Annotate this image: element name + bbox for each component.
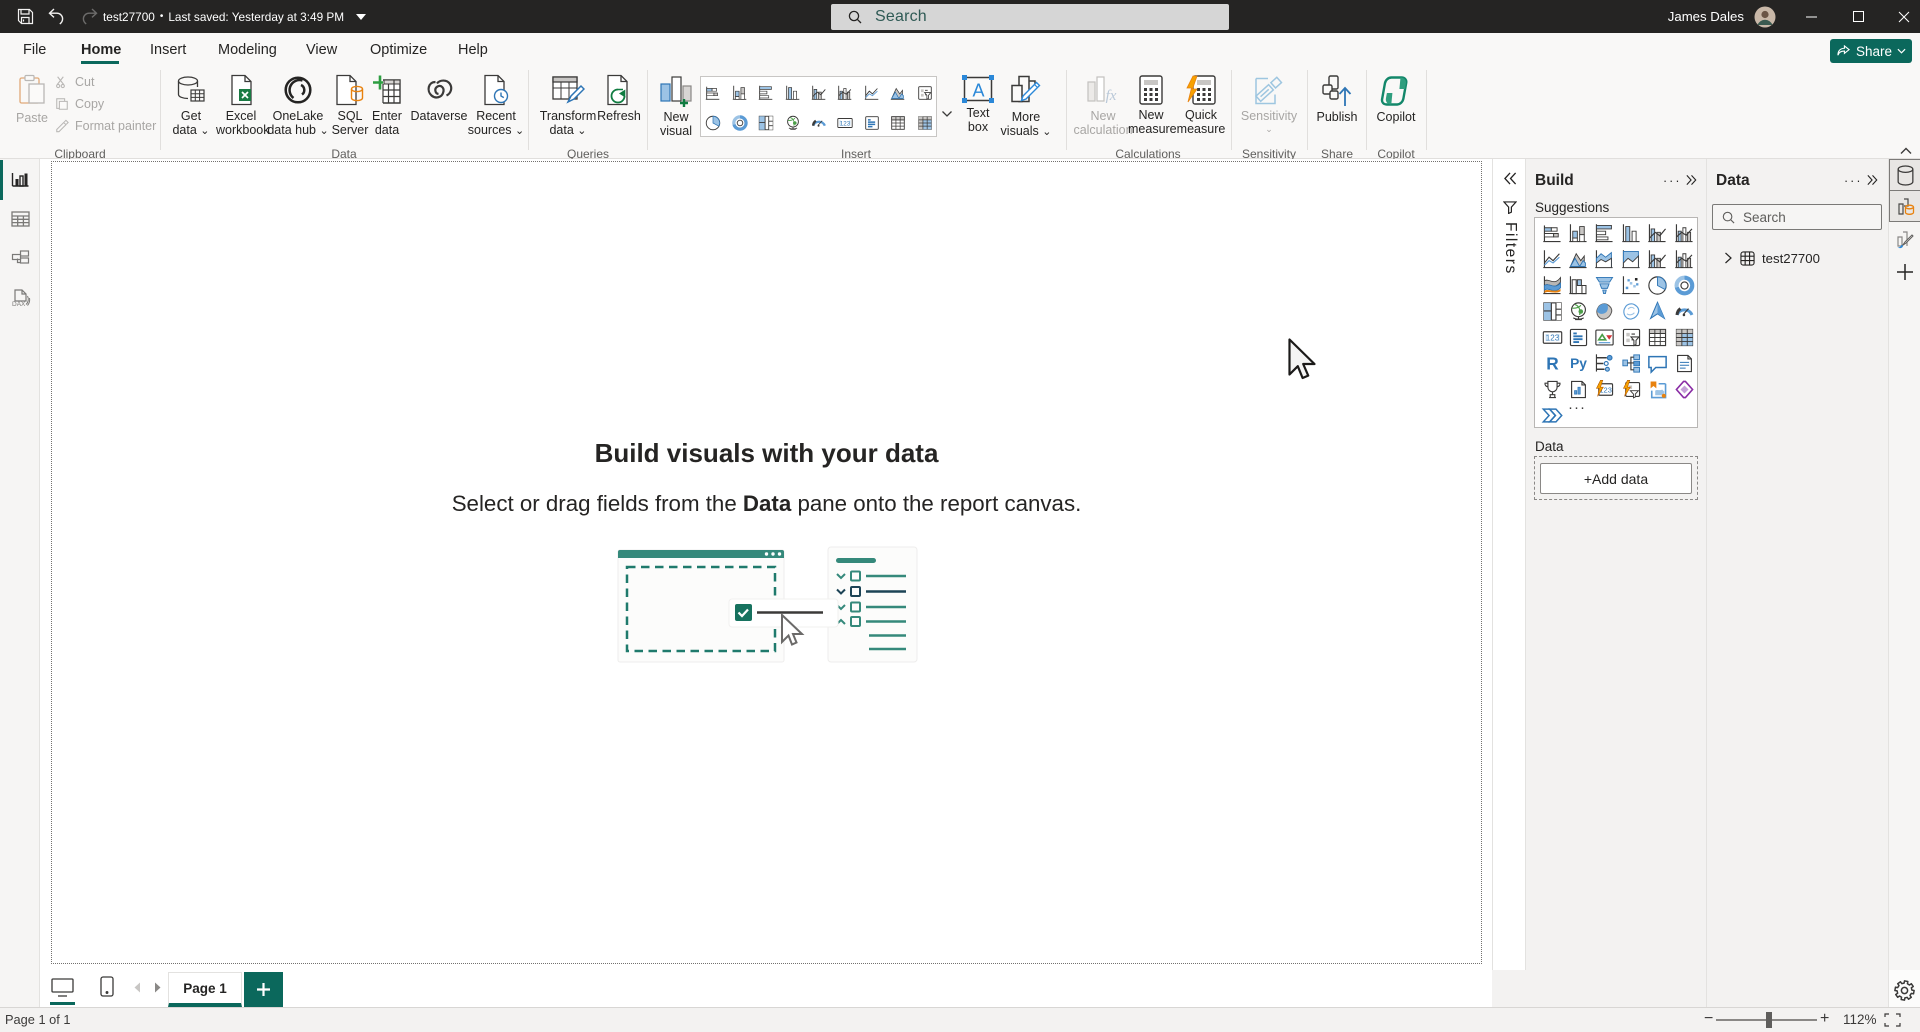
- svg-text:A: A: [972, 81, 984, 101]
- svg-text:DAX: DAX: [12, 301, 26, 307]
- svg-text:fx: fx: [1106, 88, 1117, 104]
